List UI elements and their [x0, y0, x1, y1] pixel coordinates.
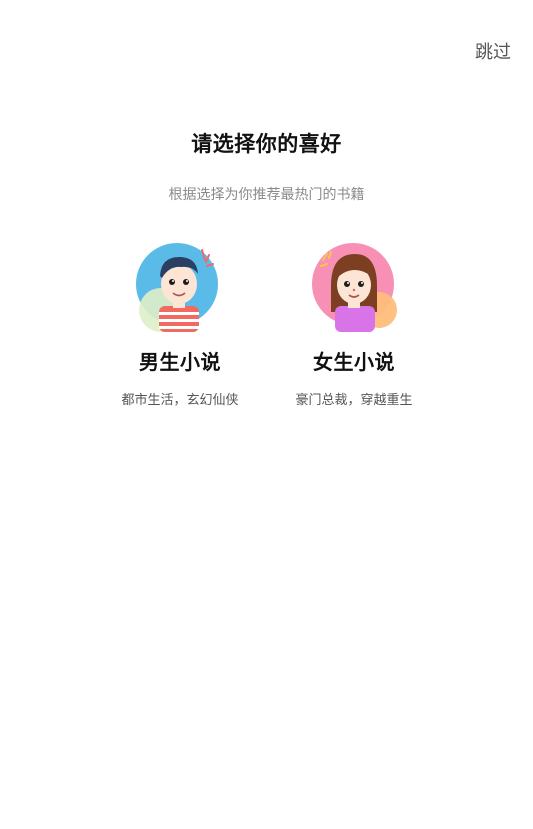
page-subtitle: 根据选择为你推荐最热门的书籍: [168, 187, 365, 203]
page-title: 请选择你的喜好: [191, 132, 342, 156]
female-novel-description: 豪门总裁，穿越重生: [295, 393, 413, 408]
male-novel-description: 都市生活，玄幻仙侠: [121, 393, 239, 408]
female-novel-title: 女生小说: [313, 350, 395, 374]
girl-avatar-icon: [312, 243, 397, 332]
female-novel-option[interactable]: 女生小说 豪门总裁，穿越重生: [264, 240, 444, 408]
male-novel-option[interactable]: 男生小说 都市生活，玄幻仙侠: [90, 240, 270, 408]
boy-avatar-icon: [136, 243, 218, 332]
skip-button[interactable]: 跳过: [475, 38, 511, 64]
male-novel-title: 男生小说: [139, 350, 221, 374]
